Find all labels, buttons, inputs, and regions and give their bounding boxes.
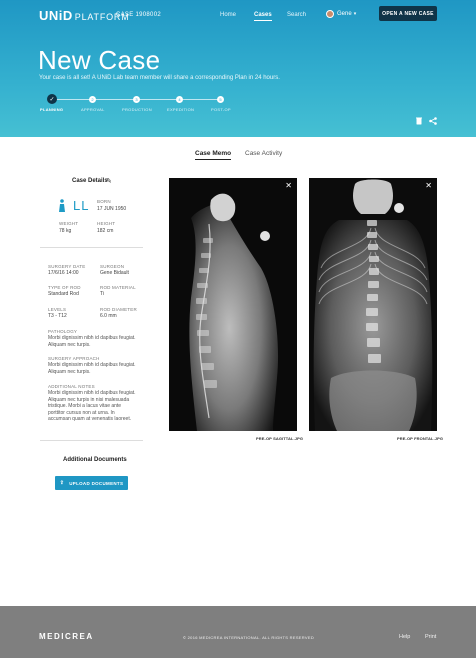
tab-case-memo[interactable]: Case Memo: [195, 150, 232, 160]
surgery-approach-label: SURGERY APPROACH: [48, 356, 100, 361]
case-progress-stepper: ✓ PLANNING 2 APPROVAL 3 PRODUCTION 4 EXP…: [40, 94, 240, 114]
sagittal-image-caption: PRE-OP SAGITTAL.JPG: [256, 436, 304, 441]
footer-help-link[interactable]: Help: [399, 634, 410, 640]
open-new-case-button[interactable]: OPEN A NEW CASE: [379, 6, 437, 21]
born-value: 17 JUN 1950: [97, 206, 127, 212]
user-menu[interactable]: Gene ▾: [326, 10, 356, 18]
tab-case-activity[interactable]: Case Activity: [245, 150, 282, 157]
xray-frontal-image[interactable]: ✕: [309, 178, 437, 431]
medicrea-logo[interactable]: MEDICREA: [39, 632, 94, 641]
rod-type-label: TYPE OF ROD: [48, 285, 81, 290]
logo-text: UNiD: [39, 8, 73, 23]
rod-diameter-label: ROD DIAMETER: [100, 307, 137, 312]
height-label: HEIGHT: [97, 221, 116, 226]
trash-icon[interactable]: [415, 117, 423, 125]
user-name: Gene: [337, 11, 352, 17]
step-postop-label: POST-OP: [211, 107, 231, 112]
levels-value: T3 - T12: [48, 313, 67, 319]
case-details-title: Case Details: [72, 178, 108, 184]
surgery-approach-text: Morbi dignissim nibh id dapibus feugiat.…: [48, 362, 136, 375]
rod-diameter-value: 6.0 mm: [100, 313, 117, 319]
additional-notes-text: Morbi dignissim nibh id dapibus feugiat.…: [48, 390, 136, 422]
top-navigation-bar: UNiD PLATFORM CASE 1908002 Home Cases Sea…: [0, 0, 476, 30]
additional-notes-label: ADDITIONAL NOTES: [48, 384, 95, 389]
surgery-date-label: SURGERY DATE: [48, 264, 86, 269]
pencil-edit-icon[interactable]: ✎: [106, 177, 112, 185]
xray-sagittal-image[interactable]: ✕: [169, 178, 297, 431]
nav-search[interactable]: Search: [287, 12, 306, 18]
page-title: New Case: [38, 45, 161, 75]
nav-home[interactable]: Home: [220, 12, 236, 18]
case-number: CASE 1908002: [116, 12, 161, 18]
surgeon-value: Gene Bidault: [100, 270, 129, 276]
patient-person-icon: [59, 199, 65, 212]
close-icon[interactable]: ✕: [425, 182, 432, 190]
rod-type-value: Standard Rod: [48, 291, 79, 297]
step-approval-dot: 2: [89, 96, 96, 103]
weight-value: 78 kg: [59, 228, 72, 234]
page-subtitle: Your case is all set! A UNiD Lab team me…: [39, 75, 280, 81]
frontal-image-caption: PRE-OP FRONTAL.JPG: [397, 436, 444, 441]
upload-icon: ⇪: [59, 480, 65, 486]
documents-divider: [40, 440, 143, 441]
step-postop-dot: 5: [217, 96, 224, 103]
step-production-dot: 3: [133, 96, 140, 103]
avatar: [326, 10, 334, 18]
footer-logo-text: MEDICREA: [39, 632, 94, 641]
rod-material-value: Ti: [100, 291, 104, 297]
upload-documents-label: UPLOAD DOCUMENTS: [69, 480, 124, 486]
weight-label: WEIGHT: [59, 221, 79, 226]
patient-initials: LL: [73, 198, 90, 213]
pathology-label: PATHOLOGY: [48, 329, 78, 334]
close-icon[interactable]: ✕: [285, 182, 292, 190]
copyright-text: © 2016 MEDICREA INTERNATIONAL. ALL RIGHT…: [183, 635, 315, 640]
born-label: BORN: [97, 199, 111, 204]
upload-documents-button[interactable]: ⇪ UPLOAD DOCUMENTS: [55, 476, 128, 490]
step-planning-check-icon: ✓: [47, 94, 57, 104]
nav-cases[interactable]: Cases: [254, 12, 272, 21]
step-expedition-dot: 4: [176, 96, 183, 103]
height-value: 182 cm: [97, 228, 114, 234]
footer-print-link[interactable]: Print: [425, 634, 436, 640]
step-approval-label: APPROVAL: [81, 107, 105, 112]
step-planning-label: PLANNING: [40, 107, 64, 112]
rod-material-label: ROD MATERIAL: [100, 285, 136, 290]
chevron-down-icon: ▾: [353, 11, 357, 17]
step-production-label: PRODUCTION: [122, 107, 152, 112]
share-icon[interactable]: [429, 117, 437, 125]
hero-banner: UNiD PLATFORM CASE 1908002 Home Cases Sea…: [0, 0, 476, 137]
levels-label: LEVELS: [48, 307, 67, 312]
pathology-text: Morbi dignissim nibh id dapibus feugiat.…: [48, 335, 136, 348]
surgeon-label: SURGEON: [100, 264, 125, 269]
surgery-date-value: 17/6/16 14:00: [48, 270, 79, 276]
details-divider: [40, 247, 143, 248]
step-expedition-label: EXPEDITION: [167, 107, 195, 112]
footer: MEDICREA © 2016 MEDICREA INTERNATIONAL. …: [0, 606, 476, 658]
additional-documents-title: Additional Documents: [63, 457, 127, 463]
